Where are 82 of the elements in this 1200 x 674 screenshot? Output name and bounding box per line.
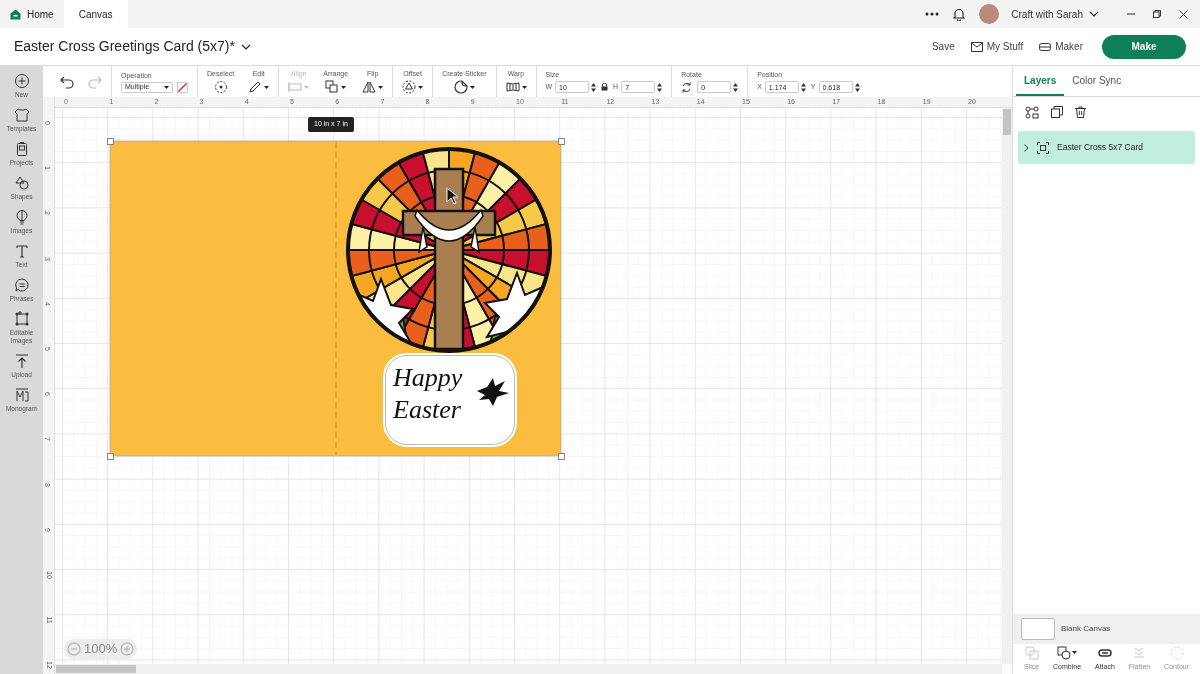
lock-icon[interactable] — [601, 83, 609, 91]
contour-icon — [1169, 645, 1184, 660]
resize-handle[interactable] — [106, 452, 114, 460]
text-icon — [13, 243, 30, 259]
project-title: Easter Cross Greetings Card (5x7)* — [14, 37, 235, 56]
templates-icon — [13, 107, 30, 123]
sticker-background[interactable] — [385, 355, 515, 445]
inbox-icon — [970, 41, 983, 52]
chevron-icon[interactable] — [1023, 143, 1029, 152]
flip-icon — [362, 80, 377, 94]
duplicate-icon[interactable] — [1051, 106, 1063, 118]
caret-icon — [1072, 651, 1078, 655]
vertical-scrollbar[interactable] — [1003, 109, 1011, 135]
canvas-layer-label: Blank Canvas — [1061, 623, 1111, 635]
close-icon[interactable] — [1179, 9, 1188, 19]
flatten-icon — [1132, 645, 1147, 660]
canvas-swatch[interactable] — [1021, 618, 1055, 640]
shapes-icon — [13, 175, 30, 191]
caret-icon — [164, 85, 169, 89]
sticker-word: Happy — [393, 365, 463, 391]
edit-tool[interactable] — [248, 80, 270, 94]
house-icon — [10, 8, 21, 20]
avatar[interactable] — [979, 4, 1000, 24]
caret-icon — [469, 85, 475, 89]
caret-icon — [521, 85, 527, 89]
caret-icon — [264, 85, 270, 89]
flip-tool[interactable] — [362, 80, 384, 94]
panel-tab[interactable]: Color Sync — [1064, 66, 1130, 96]
arrange-icon — [325, 80, 340, 94]
resize-handle[interactable] — [557, 137, 565, 145]
layer-item[interactable]: Easter Cross 5x7 Card — [1018, 131, 1195, 164]
restore-icon[interactable] — [1153, 10, 1161, 18]
slice-icon — [1024, 645, 1039, 660]
monogram-icon — [13, 387, 30, 403]
warp-tool[interactable] — [505, 80, 527, 94]
notification-bell-icon[interactable] — [953, 7, 966, 21]
group-icon[interactable] — [1025, 105, 1039, 119]
resize-handle[interactable] — [557, 452, 565, 460]
arrange-tool[interactable] — [325, 80, 347, 94]
panel-tab[interactable]: Layers — [1016, 66, 1065, 96]
trash-icon[interactable] — [1075, 106, 1086, 118]
more-icon[interactable] — [925, 12, 940, 16]
maker-button[interactable]: Maker — [1039, 39, 1083, 54]
caret-icon — [378, 85, 384, 89]
images-icon — [13, 209, 30, 225]
sticker-word: Easter — [393, 397, 461, 423]
tab[interactable]: Home — [0, 0, 64, 28]
rotate-icon[interactable] — [681, 81, 693, 93]
chevron-down-icon[interactable] — [1089, 11, 1099, 17]
editable-icon — [13, 311, 30, 327]
cursor-icon — [446, 187, 458, 205]
machine-icon — [1039, 42, 1052, 51]
undo-icon[interactable] — [60, 74, 74, 89]
offset-tool[interactable] — [402, 80, 424, 94]
plus-icon — [13, 73, 30, 89]
upload-icon — [13, 353, 30, 369]
horizontal-scrollbar[interactable] — [56, 665, 136, 673]
group-layer-icon — [1037, 141, 1049, 154]
dashed-circle-icon — [213, 80, 228, 94]
pencil-icon — [248, 80, 263, 94]
my-stuff-button[interactable]: My Stuff — [970, 39, 1024, 54]
sticker-tool[interactable] — [453, 80, 475, 94]
zoom-level: 100% — [84, 640, 118, 659]
stained-glass-cross-drawing[interactable] — [346, 147, 552, 353]
sticker-icon — [453, 80, 468, 94]
layer-name: Easter Cross 5x7 Card — [1057, 141, 1143, 154]
tab[interactable]: Canvas — [63, 0, 128, 28]
offset-icon — [402, 80, 417, 94]
deselect-tool[interactable] — [213, 80, 228, 94]
make-button[interactable]: Make — [1102, 34, 1186, 59]
combine-icon — [1057, 645, 1072, 660]
phrases-icon — [13, 277, 30, 293]
resize-handle[interactable] — [106, 137, 114, 145]
caret-icon — [304, 85, 310, 89]
chevron-down-icon[interactable] — [240, 43, 251, 50]
caret-icon — [341, 85, 347, 89]
save-button[interactable]: Save — [931, 39, 955, 54]
align-icon — [288, 80, 303, 94]
no-color-swatch-icon[interactable] — [177, 81, 188, 93]
account-name[interactable]: Craft with Sarah — [1011, 6, 1083, 22]
warp-icon — [505, 80, 520, 94]
caret-icon — [418, 85, 424, 89]
